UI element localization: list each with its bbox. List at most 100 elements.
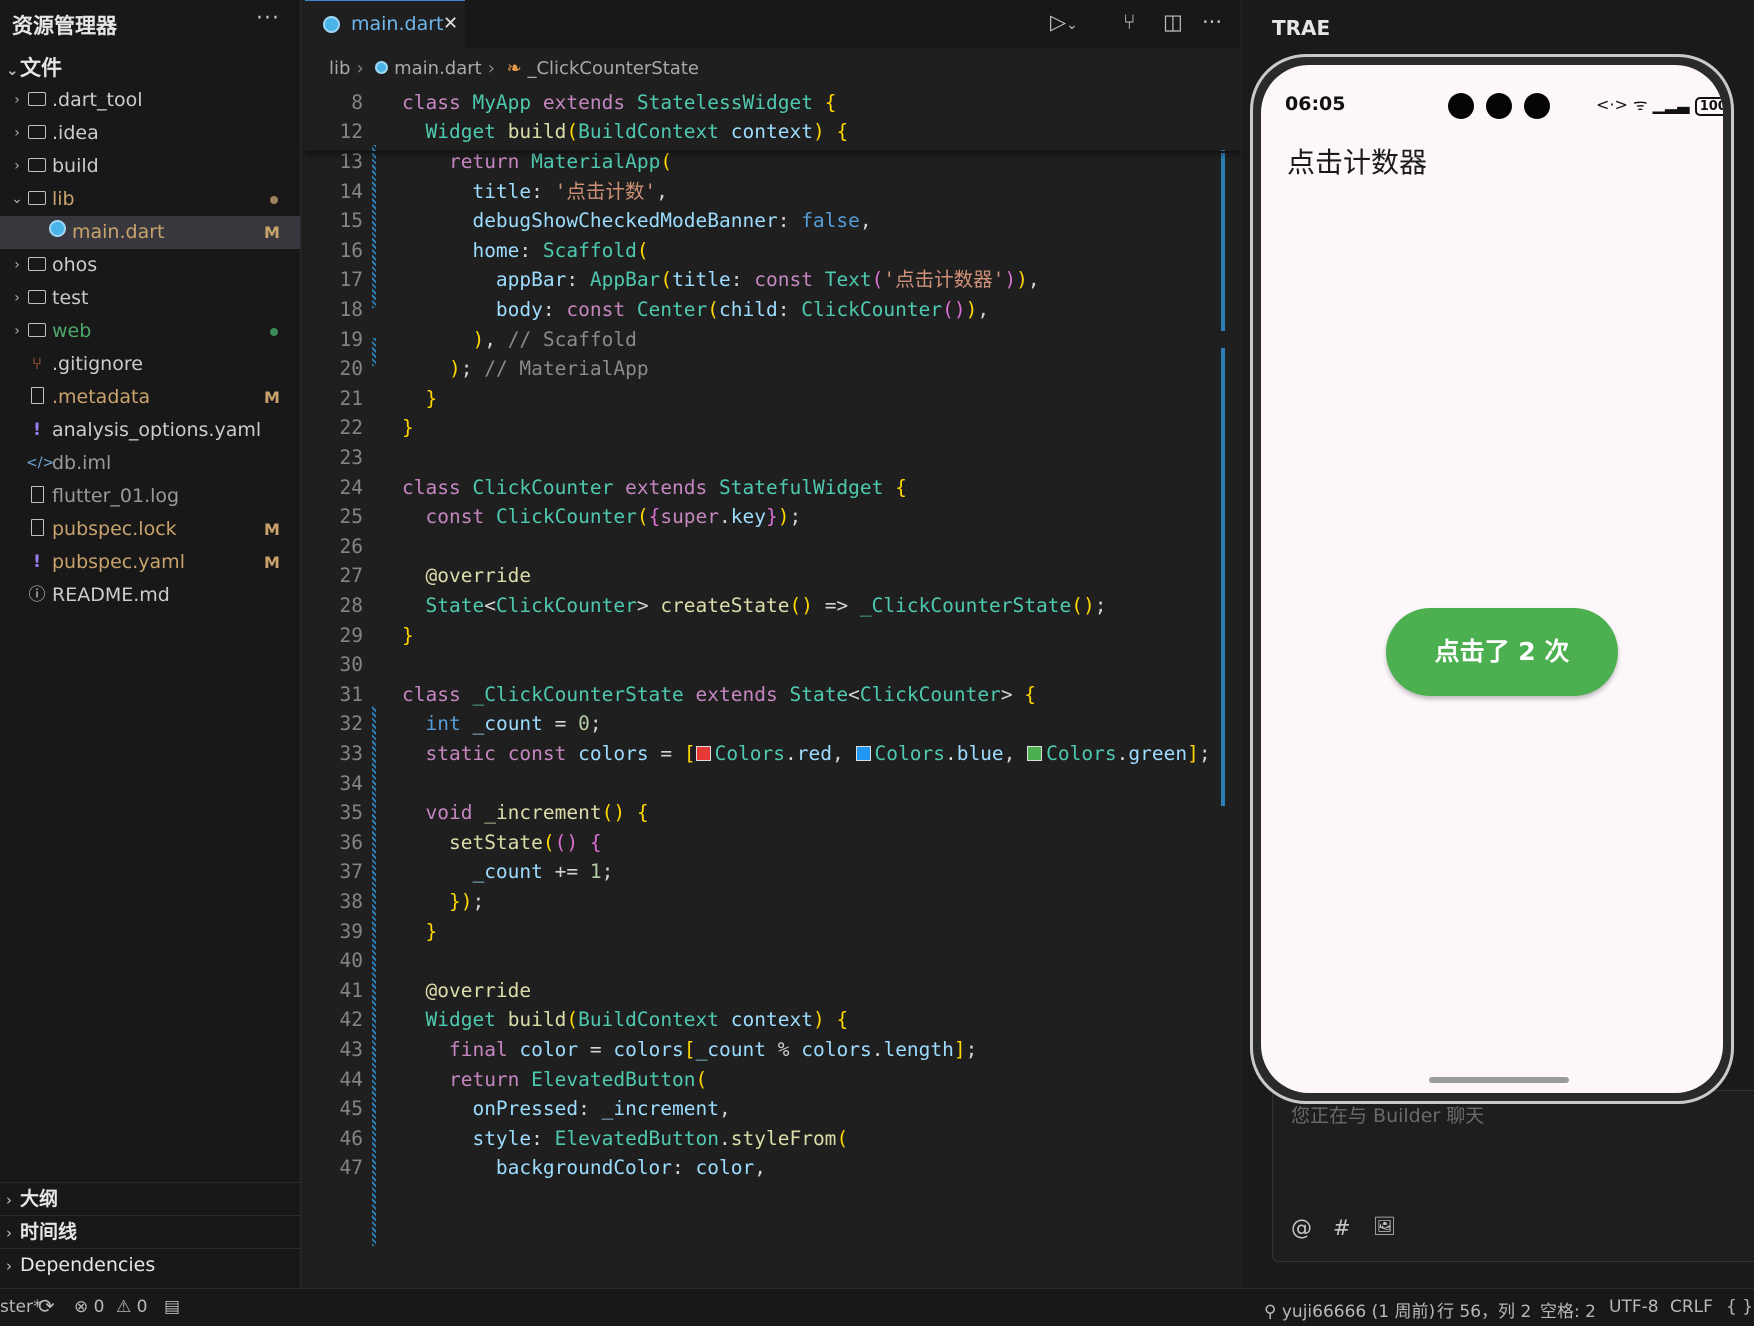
language-mode[interactable]: { } [1726,1297,1753,1317]
code-line[interactable]: 20 ); // MaterialApp [305,352,1240,385]
code-line[interactable]: 29} [305,619,1240,652]
files-section-header[interactable]: ⌄文件 [6,52,62,82]
code-line[interactable]: 43 final color = colors[_count % colors.… [305,1033,1240,1066]
line-number: 37 [339,860,363,884]
code-line[interactable]: 31 class _ClickCounterState extends State… [305,678,1240,711]
errors-indicator[interactable]: ⊗ 0 [74,1297,104,1317]
code-line[interactable]: 41 @override [305,974,1240,1007]
code-line[interactable]: 42 Widget build(BuildContext context) { [305,1003,1240,1036]
code-line[interactable]: 46 style: ElevatedButton.styleFrom( [305,1122,1240,1155]
tree-item-pubspec-lock[interactable]: pubspec.lock M [0,513,300,546]
encoding[interactable]: UTF-8 [1609,1297,1659,1317]
timeline-section[interactable]: › 时间线 [0,1215,300,1248]
folder-icon [26,183,48,216]
code-line[interactable]: 47 backgroundColor: color, [305,1151,1240,1184]
breadcrumb-file[interactable]: main.dart [394,58,482,79]
source-control-icon[interactable]: ⑂ [1123,10,1136,34]
code-line[interactable]: 23 [305,441,1240,474]
code-line[interactable]: 34 [305,767,1240,800]
tree-item-gitignore[interactable]: ⑂ .gitignore [0,348,300,381]
app-bar-title: 点击计数器 [1287,146,1428,179]
outline-section[interactable]: › 大纲 [0,1182,300,1215]
tree-item-test[interactable]: › test [0,282,300,315]
code-text: return MaterialApp( [448,150,673,173]
cursor-position[interactable]: 行 56，列 2 [1437,1297,1531,1322]
tree-item-build[interactable]: › build [0,150,300,183]
code-line[interactable]: 19 ), // Scaffold [305,323,1240,356]
scroll-marker[interactable] [1221,348,1225,806]
battery-icon: 100 [1694,97,1723,116]
dependencies-section[interactable]: › Dependencies [0,1248,300,1281]
chevron-right-icon: › [14,290,20,306]
tree-item-idea[interactable]: › .idea [0,117,300,150]
code-line[interactable]: 39 } [305,915,1240,948]
line-number: 46 [339,1126,363,1150]
code-line[interactable]: 38 }); [305,885,1240,918]
tree-item-readme[interactable]: ⓘ README.md [0,579,300,612]
tree-item-main-dart[interactable]: main.dart M [0,216,300,249]
code-line[interactable]: 12 Widget build(BuildContext context) { [305,115,1240,148]
code-line[interactable]: 17 appBar: AppBar(title: const Text('点击计… [305,263,1240,296]
code-text: onPressed: _increment, [472,1097,731,1121]
breadcrumb-folder[interactable]: lib [329,58,350,79]
code-line[interactable]: 33 static const colors = [Colors.red, Co… [305,737,1240,770]
code-line[interactable]: 30 [305,648,1240,681]
warnings-indicator[interactable]: ⚠ 0 [116,1297,147,1317]
sync-icon[interactable]: ⟳ [38,1294,55,1318]
code-line[interactable]: 40 [305,944,1240,977]
line-number: 14 [339,179,363,203]
tree-item-db-iml[interactable]: </> db.iml [0,447,300,480]
code-line[interactable]: 45 onPressed: _increment, [305,1092,1240,1125]
run-icon[interactable]: ▷⌄ [1050,10,1078,34]
hash-icon[interactable]: # [1333,1216,1351,1240]
code-line[interactable]: 26 [305,530,1240,563]
home-indicator[interactable] [1429,1077,1569,1083]
tab-main-dart[interactable]: main.dart ✕ [305,0,465,49]
terminal-icon[interactable]: ▤ [164,1297,180,1317]
more-icon[interactable]: ··· [1202,10,1222,34]
click-counter-button[interactable]: 点击了 2 次 [1386,608,1618,696]
tree-item-web[interactable]: › web [0,315,300,348]
tree-item-pubspec-yaml[interactable]: ! pubspec.yaml M [0,546,300,579]
folder-icon [26,249,48,282]
scroll-marker[interactable] [1221,150,1225,331]
branch-label[interactable]: ster* [0,1297,41,1317]
blame-info[interactable]: ⚲ yuji66666 (1 周前) [1264,1297,1435,1322]
code-line[interactable]: 22} [305,411,1240,444]
chat-input[interactable]: 您正在与 Builder 聊天 @ # 🖼 [1272,1090,1754,1262]
close-icon[interactable]: ✕ [443,13,458,34]
code-line[interactable]: 32 int _count = 0; [305,707,1240,740]
image-icon[interactable]: 🖼 [1373,1216,1396,1237]
code-line[interactable]: 44 return ElevatedButton( [305,1063,1240,1096]
folder-icon [26,315,48,348]
tree-item-ohos[interactable]: › ohos [0,249,300,282]
tree-item-analysis-options[interactable]: ! analysis_options.yaml [0,414,300,447]
tree-item-metadata[interactable]: .metadata M [0,381,300,414]
code-text: body: const Center(child: ClickCounter()… [495,298,990,321]
code-line[interactable]: 36 setState(() { [305,826,1240,859]
tree-item-label: test [52,287,89,309]
code-line[interactable]: 16 home: Scaffold( [305,234,1240,267]
code-line[interactable]: 21 } [305,382,1240,415]
code-line[interactable]: 27 @override [305,559,1240,592]
tree-item-dart-tool[interactable]: › .dart_tool [0,84,300,117]
split-editor-icon[interactable]: ◫ [1163,10,1183,34]
line-ending[interactable]: CRLF [1670,1297,1713,1317]
code-line[interactable]: 13 return MaterialApp( [305,145,1240,178]
tree-item-label: pubspec.lock [52,518,177,540]
code-line[interactable]: 18 body: const Center(child: ClickCounte… [305,293,1240,326]
breadcrumb-symbol[interactable]: _ClickCounterState [527,58,698,79]
code-line[interactable]: 15 debugShowCheckedModeBanner: false, [305,204,1240,237]
code-line[interactable]: 14 title: '点击计数', [305,175,1240,208]
code-line[interactable]: 37 _count += 1; [305,855,1240,888]
mention-icon[interactable]: @ [1291,1216,1312,1240]
indentation[interactable]: 空格: 2 [1540,1297,1596,1322]
more-icon[interactable]: ··· [256,6,280,31]
code-line[interactable]: 28 State<ClickCounter> createState() => … [305,589,1240,622]
code-line[interactable]: 35 void _increment() { [305,796,1240,829]
tree-item-lib[interactable]: ⌄ lib [0,183,300,216]
tree-item-flutter-log[interactable]: flutter_01.log [0,480,300,513]
code-line[interactable]: 25 const ClickCounter({super.key}); [305,500,1240,533]
line-number: 22 [339,416,363,440]
code-line[interactable]: 24 class ClickCounter extends StatefulWid… [305,471,1240,504]
